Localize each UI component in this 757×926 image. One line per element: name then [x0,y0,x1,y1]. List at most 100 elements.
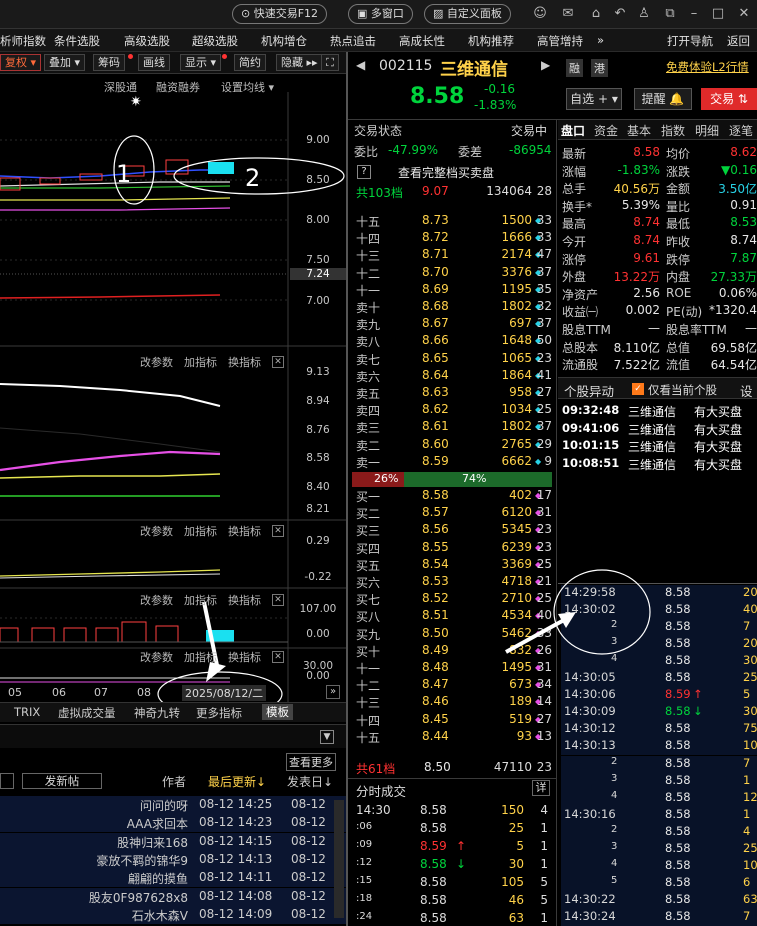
forum-author[interactable]: AAA求回本 [127,815,188,832]
bid-row[interactable]: 买四 8.55 6239 ◆ 23 [354,540,552,557]
edit-params-link[interactable]: 改参数 [140,592,173,608]
switch-indicator-link[interactable]: 换指标 [228,649,261,665]
close-panel-icon[interactable]: ✕ [272,525,284,537]
quick-trade-button[interactable]: ⊙ 快速交易F12 [232,4,328,24]
multi-window-button[interactable]: ▣ 多窗口 [348,4,413,24]
forum-row[interactable]: 股友0F987628x8 08-12 14:08 08-12 [0,887,346,906]
back-button[interactable]: 返回 [727,33,750,49]
l2-trial-link[interactable]: 免费体验L2行情 [666,59,749,75]
tab-template[interactable]: 模板 [262,704,293,720]
shirt-icon[interactable]: ♙ [636,6,652,22]
ask-row[interactable]: 卖二 8.60 2765 ◆ 29 [354,437,552,454]
menu-item-advanced-select[interactable]: 高级选股 [124,33,170,49]
add-indicator-link[interactable]: 加指标 [184,354,217,370]
menu-item-super-select[interactable]: 超级选股 [192,33,238,49]
switch-indicator-link[interactable]: 换指标 [228,592,261,608]
fullscreen-icon[interactable]: ⛶ [321,54,339,71]
add-indicator-link[interactable]: 加指标 [184,649,217,665]
bid-row[interactable]: 十四 8.45 519 ◆ 27 [354,712,552,729]
tab-more-indicators[interactable]: 更多指标 [196,705,242,721]
tab-virtual-volume[interactable]: 虚拟成交量 [58,705,116,721]
trade-button[interactable]: 交易 ⇅ [701,88,757,110]
hide-button[interactable]: 隐藏 ▸▸ [276,54,323,71]
ask-row[interactable]: 卖十 8.68 1802 ◆ 32 [354,299,552,316]
forum-author[interactable]: 翩翩的摸鱼 [128,870,188,887]
chips-button[interactable]: 筹码 [93,54,125,71]
current-stock-only-label[interactable]: 仅看当前个股 [648,382,717,398]
column-author[interactable]: 作者 [162,773,186,790]
menu-more-icon[interactable]: » [597,33,604,47]
bid-row[interactable]: 十三 8.46 189 ◆ 14 [354,694,552,711]
menu-item-institution-increase[interactable]: 机构增仓 [261,33,307,49]
ask-row[interactable]: 卖五 8.63 958 ◆ 27 [354,385,552,402]
ask-row[interactable]: 十二 8.70 3376 ◆ 37 [354,265,552,282]
undo-icon[interactable]: ↶ [612,6,628,22]
menu-item-high-growth[interactable]: 高成长性 [399,33,445,49]
ask-row[interactable]: 卖四 8.62 1034 ◆ 25 [354,402,552,419]
add-indicator-link[interactable]: 加指标 [184,523,217,539]
forum-row[interactable]: 股神归来168 08-12 14:15 08-12 [0,832,346,851]
forum-row[interactable]: 翩翩的摸鱼 08-12 14:11 08-12 [0,869,346,888]
close-panel-icon[interactable]: ✕ [272,651,284,663]
bid-row[interactable]: 买一 8.58 402 ◆ 17 [354,488,552,505]
display-button[interactable]: 显示 ▾ [180,54,222,71]
forum-author[interactable]: 问问的呀 [140,797,188,814]
next-stock-icon[interactable]: ▶ [541,58,550,72]
menu-item-analyst-index[interactable]: 析师指数 [0,33,46,49]
menu-item-condition-select[interactable]: 条件选股 [54,33,100,49]
forum-scrollbar[interactable] [334,800,344,918]
anomaly-settings-link[interactable]: 设 [740,381,753,400]
edit-params-link[interactable]: 改参数 [140,523,173,539]
forum-filter-box[interactable] [0,773,14,789]
scroll-right-icon[interactable]: » [326,685,340,699]
ask-row[interactable]: 卖三 8.61 1802 ◆ 37 [354,419,552,436]
custom-panel-button[interactable]: ▨ 自定义面板 [424,4,511,24]
adjust-button[interactable]: 复权 ▾ [0,54,42,71]
tab-tick[interactable]: 逐笔 [729,122,753,139]
column-last-updated[interactable]: 最后更新↓ [208,773,266,790]
user-icon[interactable]: ☺ [532,6,548,22]
tab-funds[interactable]: 资金 [594,122,618,139]
bid-row[interactable]: 买二 8.57 6120 ◆ 31 [354,505,552,522]
menu-item-executive-increase[interactable]: 高管增持 [537,33,583,49]
splitter[interactable] [346,52,348,926]
tab-basic[interactable]: 基本 [627,122,651,139]
ask-row[interactable]: 十五 8.73 1500 ◆ 33 [354,213,552,230]
bid-row[interactable]: 十二 8.47 673 ◆ 34 [354,677,552,694]
forum-author[interactable]: 石水木森V [132,907,188,924]
menu-item-hotspot[interactable]: 热点追击 [330,33,376,49]
forum-row[interactable]: AAA求回本 08-12 14:23 08-12 [0,814,346,833]
mail-icon[interactable]: ✉ [560,6,576,22]
ask-row[interactable]: 卖六 8.64 1864 ◆ 41 [354,368,552,385]
forum-row[interactable]: 问问的呀 08-12 14:25 08-12 [0,796,346,814]
close-panel-icon[interactable]: ✕ [272,594,284,606]
ask-row[interactable]: 卖一 8.59 6662 ◆ 9 [354,454,552,471]
switch-indicator-link[interactable]: 换指标 [228,523,261,539]
checkbox-checked-icon[interactable]: ✓ [632,383,644,395]
overlay-button[interactable]: 叠加 ▾ [44,54,86,71]
edit-params-link[interactable]: 改参数 [140,354,173,370]
anomaly-stock[interactable]: 三维通信 [628,438,676,455]
full-book-link[interactable]: 查看完整档买卖盘 [398,164,494,181]
anomaly-stock[interactable]: 三维通信 [628,456,676,473]
draw-line-button[interactable]: 画线 [138,54,170,71]
forum-row[interactable]: 豪放不羁的锦华9 08-12 14:13 08-12 [0,850,346,869]
forum-row[interactable]: 石水木森V 08-12 14:09 08-12 [0,905,346,924]
open-nav-button[interactable]: 打开导航 [667,33,713,49]
help-icon[interactable]: ? [357,165,371,179]
anomaly-stock[interactable]: 三维通信 [628,403,676,420]
anomaly-stock[interactable]: 三维通信 [628,421,676,438]
ask-row[interactable]: 卖七 8.65 1065 ◆ 23 [354,351,552,368]
view-more-button[interactable]: 查看更多 [286,753,336,771]
add-indicator-link[interactable]: 加指标 [184,592,217,608]
edit-params-link[interactable]: 改参数 [140,649,173,665]
tab-index[interactable]: 指数 [661,122,685,139]
trades-detail-button[interactable]: 详 [532,780,550,796]
column-posted[interactable]: 发表日↓ [287,773,333,790]
minimize-icon[interactable]: – [686,6,702,22]
ask-row[interactable]: 十一 8.69 1195 ◆ 35 [354,282,552,299]
menu-item-institution-recommend[interactable]: 机构推荐 [468,33,514,49]
new-post-button[interactable]: 发新帖 [22,773,102,789]
maximize-icon[interactable]: □ [710,6,726,22]
ask-row[interactable]: 卖九 8.67 697 ◆ 37 [354,316,552,333]
